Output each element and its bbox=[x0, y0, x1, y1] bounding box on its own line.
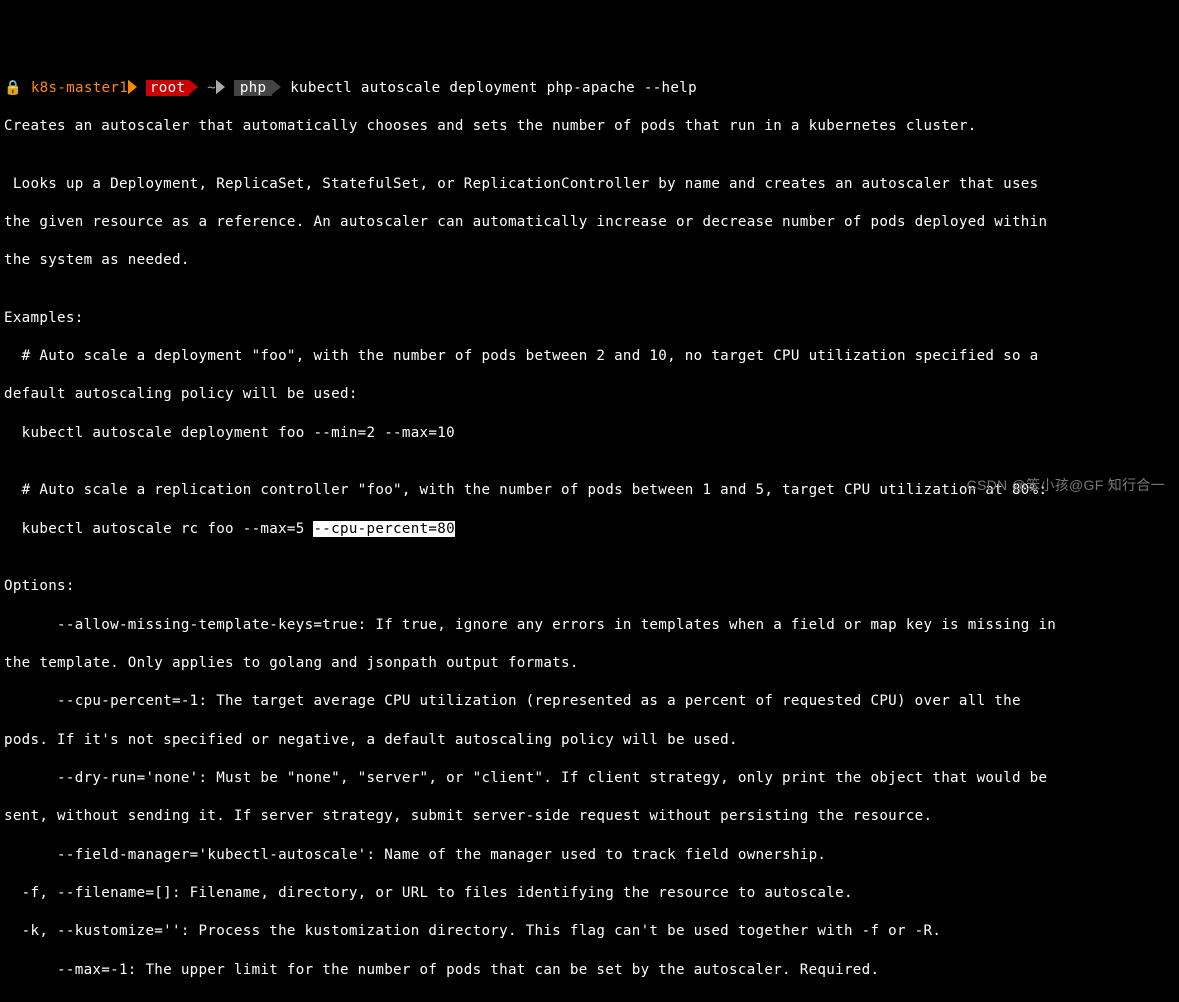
output-line: Creates an autoscaler that automatically… bbox=[4, 117, 1175, 136]
output-line: --dry-run='none': Must be "none", "serve… bbox=[4, 769, 1175, 788]
command-input[interactable]: kubectl autoscale deployment php-apache … bbox=[290, 80, 697, 96]
output-line: Looks up a Deployment, ReplicaSet, State… bbox=[4, 175, 1175, 194]
output-line: Examples: bbox=[4, 309, 1175, 328]
dir-segment: php bbox=[234, 80, 273, 96]
output-line: the system as needed. bbox=[4, 251, 1175, 270]
highlighted-option: --cpu-percent=80 bbox=[313, 521, 454, 537]
output-line: -f, --filename=[]: Filename, directory, … bbox=[4, 884, 1175, 903]
output-line: --cpu-percent=-1: The target average CPU… bbox=[4, 692, 1175, 711]
output-line: the template. Only applies to golang and… bbox=[4, 654, 1175, 673]
output-line: -k, --kustomize='': Process the kustomiz… bbox=[4, 922, 1175, 941]
lock-icon: 🔒 bbox=[4, 80, 22, 96]
watermark-text: CSDN @笨小孩@GF 知行合一 bbox=[967, 476, 1165, 495]
shell-prompt[interactable]: 🔒 k8s-master1 root ~ php kubectl autosca… bbox=[4, 79, 1175, 98]
output-line: --field-manager='kubectl-autoscale': Nam… bbox=[4, 846, 1175, 865]
output-line: the given resource as a reference. An au… bbox=[4, 213, 1175, 232]
tilde-segment: ~ bbox=[207, 80, 216, 96]
output-line: kubectl autoscale rc foo --max=5 --cpu-p… bbox=[4, 520, 1175, 539]
output-line: Options: bbox=[4, 577, 1175, 596]
output-line: default autoscaling policy will be used: bbox=[4, 385, 1175, 404]
output-line: sent, without sending it. If server stra… bbox=[4, 807, 1175, 826]
output-line: pods. If it's not specified or negative,… bbox=[4, 731, 1175, 750]
user-segment: root bbox=[146, 80, 189, 96]
host-segment: k8s-master1 bbox=[31, 80, 128, 96]
output-line: # Auto scale a deployment "foo", with th… bbox=[4, 347, 1175, 366]
output-line: kubectl autoscale deployment foo --min=2… bbox=[4, 424, 1175, 443]
output-line: --allow-missing-template-keys=true: If t… bbox=[4, 616, 1175, 635]
output-text: kubectl autoscale rc foo --max=5 bbox=[4, 521, 313, 537]
output-line: --max=-1: The upper limit for the number… bbox=[4, 961, 1175, 980]
